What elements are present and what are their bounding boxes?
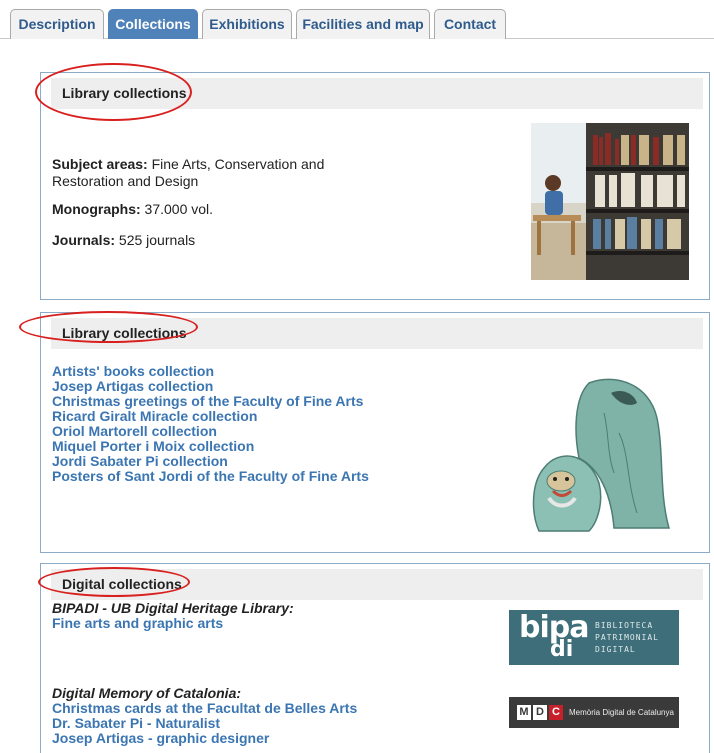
link-christmas-greetings[interactable]: Christmas greetings of the Faculty of Fi… <box>52 394 472 409</box>
link-fine-arts-graphic-arts[interactable]: Fine arts and graphic arts <box>52 616 432 631</box>
tab-contact[interactable]: Contact <box>434 9 506 39</box>
link-oriol-martorell[interactable]: Oriol Martorell collection <box>52 424 472 439</box>
link-posters-sant-jordi[interactable]: Posters of Sant Jordi of the Faculty of … <box>52 469 472 484</box>
link-jordi-sabater[interactable]: Jordi Sabater Pi collection <box>52 454 472 469</box>
mdc-label: Digital Memory of Catalonia: <box>52 685 242 701</box>
link-josep-artigas[interactable]: Josep Artigas collection <box>52 379 472 394</box>
subject-areas-text: Subject areas: Fine Arts, Conservation a… <box>52 156 325 189</box>
tab-bar: Description Collections Exhibitions Faci… <box>0 0 714 40</box>
link-christmas-cards[interactable]: Christmas cards at the Facultat de Belle… <box>52 701 432 716</box>
tab-exhibitions[interactable]: Exhibitions <box>202 9 292 39</box>
link-artists-books[interactable]: Artists' books collection <box>52 364 472 379</box>
bipadi-logo[interactable]: bipa di BIBLIOTECA PATRIMONIAL DIGITAL <box>509 610 679 665</box>
special-collections-panel: Library collections Artists' books colle… <box>40 312 710 553</box>
bipadi-logo-text: BIBLIOTECA PATRIMONIAL DIGITAL <box>595 621 659 654</box>
tab-facilities-and-map[interactable]: Facilities and map <box>296 9 430 39</box>
collection-links-list: Artists' books collection Josep Artigas … <box>52 364 472 484</box>
link-ricard-giralt[interactable]: Ricard Giralt Miracle collection <box>52 409 472 424</box>
bipadi-label: BIPADI - UB Digital Heritage Library: <box>52 600 294 616</box>
link-miquel-porter[interactable]: Miquel Porter i Moix collection <box>52 439 472 454</box>
link-josep-artigas-designer[interactable]: Josep Artigas - graphic designer <box>52 731 432 746</box>
monographs-text: Monographs: 37.000 vol. <box>52 201 214 217</box>
panel-title: Digital collections <box>51 569 703 600</box>
panel-title: Library collections <box>51 78 703 109</box>
panel-title: Library collections <box>51 318 703 349</box>
tab-description[interactable]: Description <box>10 9 104 39</box>
monkey-illustration <box>519 373 679 533</box>
tab-collections[interactable]: Collections <box>108 9 198 39</box>
library-collections-panel: Library collections Subject areas: Fine … <box>40 72 710 300</box>
link-sabater-pi-naturalist[interactable]: Dr. Sabater Pi - Naturalist <box>52 716 432 731</box>
library-photo <box>531 123 689 280</box>
mdc-section: Digital Memory of Catalonia: Christmas c… <box>52 686 432 746</box>
bipadi-section: BIPADI - UB Digital Heritage Library: Fi… <box>52 601 432 631</box>
digital-collections-panel: Digital collections BIPADI - UB Digital … <box>40 563 710 753</box>
mdc-logo[interactable]: M D C Memòria Digital de Catalunya <box>509 697 679 728</box>
journals-text: Journals: 525 journals <box>52 232 196 248</box>
